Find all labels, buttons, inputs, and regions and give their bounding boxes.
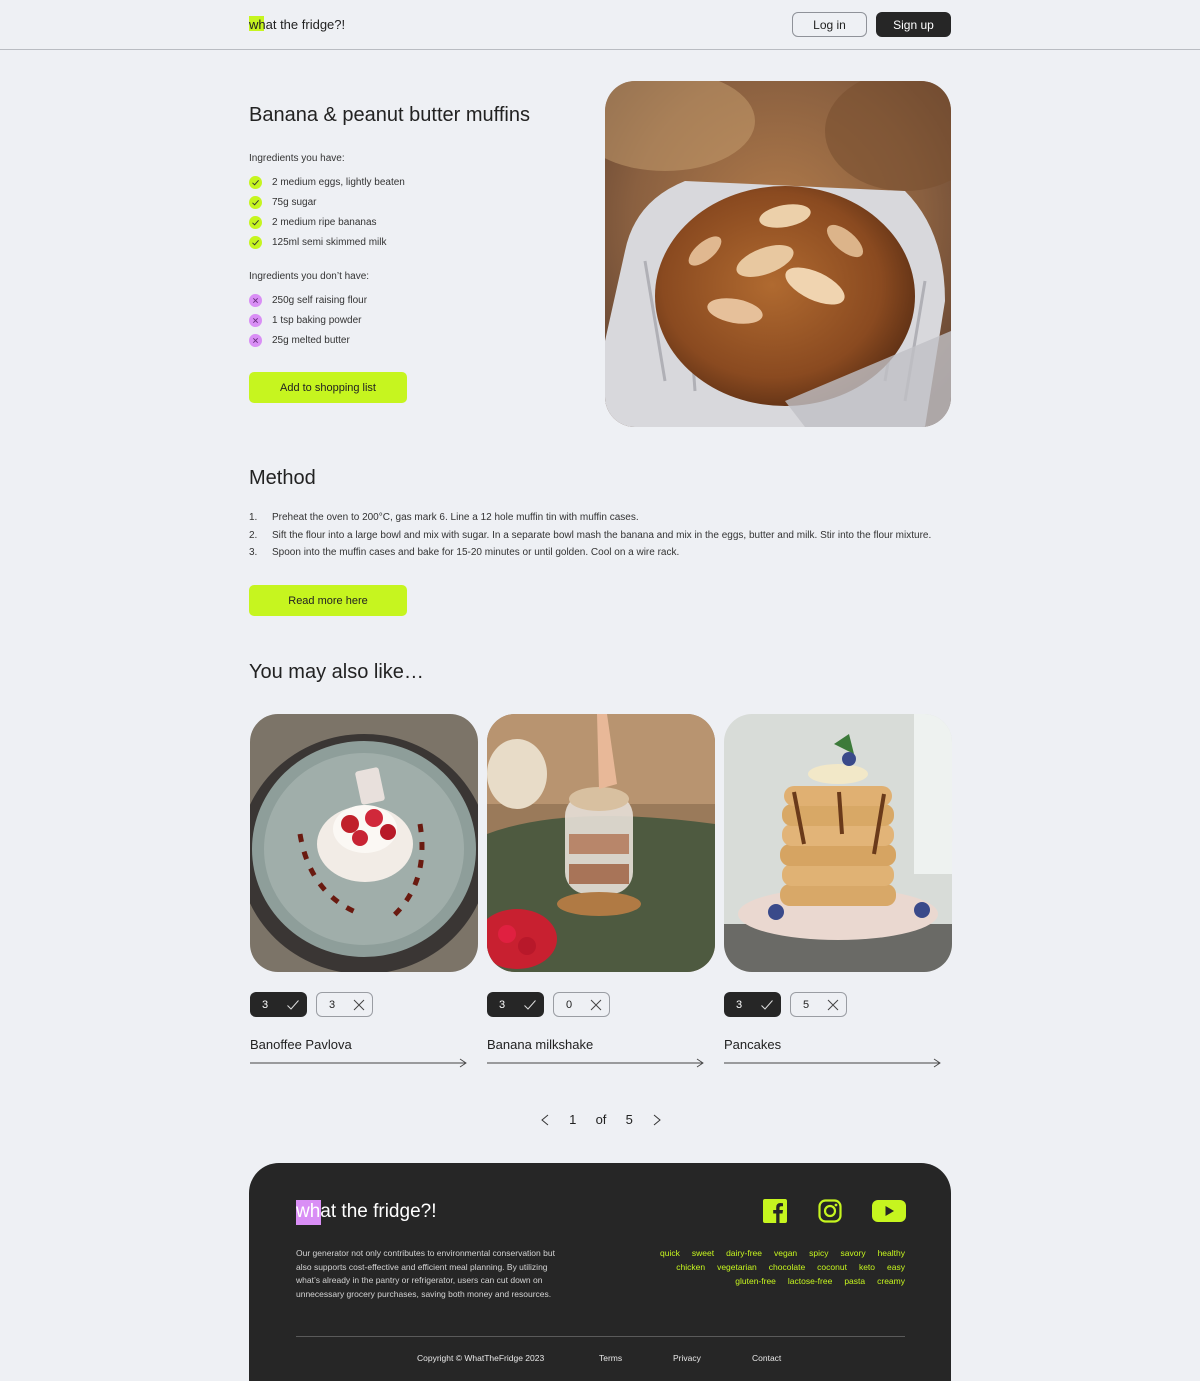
method-step: 1. Preheat the oven to 200°C, gas mark 6.… — [249, 512, 639, 523]
site-header: what the fridge?! Log in Sign up — [0, 0, 1200, 50]
copyright: Copyright © WhatTheFridge 2023 — [417, 1353, 545, 1363]
cross-icon — [249, 333, 262, 347]
ingredient-counts: 3 0 — [487, 992, 610, 1017]
list-item: 25g melted butter — [249, 330, 367, 350]
ingredients-have-list: 2 medium eggs, lightly beaten 75g sugar … — [249, 172, 405, 252]
cross-icon — [249, 313, 262, 327]
tag-link[interactable]: creamy — [877, 1276, 905, 1286]
contact-link[interactable]: Contact — [752, 1353, 781, 1363]
section-title: You may also like… — [249, 661, 424, 683]
tag-link[interactable]: vegetarian — [717, 1262, 757, 1272]
tag-link[interactable]: chicken — [676, 1262, 705, 1272]
arrow-right-icon[interactable] — [487, 1058, 705, 1068]
footer-description: Our generator not only contributes to en… — [296, 1248, 555, 1300]
cross-icon — [249, 293, 262, 307]
method-steps: 1. Preheat the oven to 200°C, gas mark 6.… — [249, 512, 969, 565]
method-step: 3. Spoon into the muffin cases and bake f… — [249, 547, 680, 558]
recipe-card-photo[interactable] — [487, 714, 715, 972]
site-footer: what the fridge?! Our generator not only… — [249, 1163, 951, 1381]
tag-link[interactable]: chocolate — [769, 1262, 805, 1272]
chevron-left-icon[interactable] — [540, 1114, 550, 1126]
recipe-photo — [605, 81, 951, 427]
logo[interactable]: what the fridge?! — [249, 16, 345, 32]
tag-link[interactable]: spicy — [809, 1248, 828, 1258]
check-icon — [761, 999, 773, 1010]
tag-link[interactable]: pasta — [844, 1276, 865, 1286]
recipe-card-title[interactable]: Banoffee Pavlova — [250, 1037, 352, 1052]
list-item: 2 medium eggs, lightly beaten — [249, 172, 405, 192]
missing-count-badge: 3 — [316, 992, 373, 1017]
tag-link[interactable]: gluten-free — [735, 1276, 776, 1286]
instagram-icon[interactable] — [818, 1199, 842, 1223]
recipe-card[interactable]: 3 0 Banana milkshake — [487, 714, 715, 1068]
ingredient-counts: 3 5 — [724, 992, 847, 1017]
tag-link[interactable]: lactose-free — [788, 1276, 832, 1286]
youtube-icon[interactable] — [872, 1199, 906, 1223]
cross-icon — [590, 999, 602, 1010]
privacy-link[interactable]: Privacy — [673, 1353, 701, 1363]
missing-count-badge: 0 — [553, 992, 610, 1017]
list-item: 125ml semi skimmed milk — [249, 232, 405, 252]
tag-link[interactable]: sweet — [692, 1248, 714, 1258]
ingredients-have-heading: Ingredients you have: — [249, 153, 345, 164]
current-page: 1 — [569, 1112, 577, 1127]
tag-link[interactable]: easy — [887, 1262, 905, 1272]
add-to-shopping-list-button[interactable]: Add to shopping list — [249, 372, 407, 403]
recipe-card-photo[interactable] — [724, 714, 952, 972]
list-item: 75g sugar — [249, 192, 405, 212]
method-step: 2. Sift the flour into a large bowl and m… — [249, 529, 932, 541]
footer-logo[interactable]: what the fridge?! — [296, 1200, 436, 1225]
tag-link[interactable]: quick — [660, 1248, 680, 1258]
login-button[interactable]: Log in — [792, 12, 867, 37]
tag-link[interactable]: keto — [859, 1262, 875, 1272]
check-icon — [524, 999, 536, 1010]
check-icon — [249, 175, 262, 189]
check-icon — [249, 215, 262, 229]
ingredients-missing-list: 250g self raising flour 1 tsp baking pow… — [249, 290, 367, 350]
cross-icon — [353, 999, 365, 1010]
tag-link[interactable]: dairy-free — [726, 1248, 762, 1258]
have-count-badge: 3 — [724, 992, 781, 1017]
ingredient-counts: 3 3 — [250, 992, 373, 1017]
footer-divider — [296, 1336, 905, 1337]
read-more-button[interactable]: Read more here — [249, 585, 407, 616]
arrow-right-icon[interactable] — [250, 1058, 468, 1068]
list-item: 250g self raising flour — [249, 290, 367, 310]
recipe-title: Banana & peanut butter muffins — [249, 104, 530, 126]
chevron-right-icon[interactable] — [652, 1114, 662, 1126]
recipe-card-photo[interactable] — [250, 714, 478, 972]
tag-link[interactable]: coconut — [817, 1262, 847, 1272]
total-pages: 5 — [625, 1112, 633, 1127]
have-count-badge: 3 — [250, 992, 307, 1017]
tag-link[interactable]: vegan — [774, 1248, 797, 1258]
list-item: 2 medium ripe bananas — [249, 212, 405, 232]
check-icon — [249, 195, 262, 209]
facebook-icon[interactable] — [763, 1199, 787, 1223]
missing-count-badge: 5 — [790, 992, 847, 1017]
recipe-card-title[interactable]: Pancakes — [724, 1037, 781, 1052]
ingredients-missing-heading: Ingredients you don’t have: — [249, 271, 370, 282]
list-item: 1 tsp baking powder — [249, 310, 367, 330]
check-icon — [249, 235, 262, 249]
arrow-right-icon[interactable] — [724, 1058, 942, 1068]
cross-icon — [827, 999, 839, 1010]
terms-link[interactable]: Terms — [599, 1353, 622, 1363]
pagination: 1 of 5 — [540, 1112, 662, 1127]
recipe-card[interactable]: 3 3 Banoffee Pavlova — [250, 714, 478, 1068]
tag-cloud: quick sweet dairy-free vegan spicy savory heal… — [605, 1247, 905, 1288]
tag-link[interactable]: healthy — [878, 1248, 905, 1258]
check-icon — [287, 999, 299, 1010]
signup-button[interactable]: Sign up — [876, 12, 951, 37]
page-of-label: of — [595, 1112, 607, 1127]
recipe-card-title[interactable]: Banana milkshake — [487, 1037, 593, 1052]
have-count-badge: 3 — [487, 992, 544, 1017]
tag-link[interactable]: savory — [841, 1248, 866, 1258]
recipe-card[interactable]: 3 5 Pancakes — [724, 714, 952, 1068]
method-title: Method — [249, 467, 316, 489]
